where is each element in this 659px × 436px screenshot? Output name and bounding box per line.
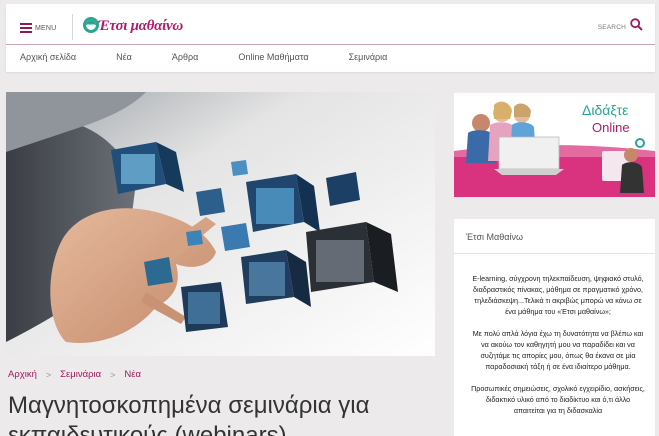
nav-item-online-lessons[interactable]: Online Μαθήματα <box>238 52 308 62</box>
widget-title: Έτσι Μαθαίνω <box>466 232 523 242</box>
nav-item-seminars[interactable]: Σεμινάρια <box>349 52 388 62</box>
logo-icon <box>82 15 104 37</box>
teach-online-banner[interactable]: Διδάξτε Online <box>454 93 655 197</box>
search-button[interactable]: SEARCH <box>598 18 643 36</box>
hero-image <box>6 92 435 356</box>
search-icon <box>630 18 643 36</box>
site-header: MENU Έτσι μαθαίνω SEARCH Αρχική σελίδα Ν… <box>6 4 655 72</box>
menu-icon <box>20 23 32 33</box>
breadcrumb-news[interactable]: Νέα <box>124 369 141 380</box>
widget-rule <box>454 253 655 254</box>
post-title-line2: εκπαιδευτικούς (webinars) <box>8 422 287 436</box>
menu-button[interactable]: MENU <box>20 18 56 38</box>
nav-item-articles[interactable]: Άρθρα <box>172 52 198 62</box>
breadcrumb-seminars[interactable]: Σεμινάρια <box>60 369 101 380</box>
widget-paragraph: Με πολύ απλά λόγια έχω τη δυνατότητα να … <box>472 329 644 371</box>
menu-label: MENU <box>35 24 57 32</box>
widget-paragraph: E-learning, σύγχρονη τηλεκπαίδευση, ψηφι… <box>472 274 644 316</box>
hero-illustration <box>6 92 435 356</box>
post-title-line1: Μαγνητοσκοπημένα σεμινάρια για <box>8 392 370 419</box>
breadcrumb: Αρχική > Σεμινάρια > Νέα <box>8 369 141 380</box>
post-title: Μαγνητοσκοπημένα σεμινάρια για εκπαιδευτ… <box>8 391 438 436</box>
header-divider <box>72 14 73 40</box>
breadcrumb-home[interactable]: Αρχική <box>8 369 37 380</box>
widget-body: E-learning, σύγχρονη τηλεκπαίδευση, ψηφι… <box>470 273 646 427</box>
search-label: SEARCH <box>597 23 626 31</box>
banner-title: Διδάξτε <box>582 102 629 118</box>
logo-text: Έτσι μαθαίνω <box>98 17 183 34</box>
site-logo[interactable]: Έτσι μαθαίνω <box>82 12 183 40</box>
nav-item-news[interactable]: Νέα <box>116 52 132 62</box>
banner-subtitle: Online <box>592 120 630 135</box>
nav-item-home[interactable]: Αρχική σελίδα <box>20 52 76 62</box>
breadcrumb-separator: > <box>110 369 116 380</box>
breadcrumb-separator: > <box>45 369 52 380</box>
main-nav: Αρχική σελίδα Νέα Άρθρα Online Μαθήματα … <box>20 52 427 62</box>
about-widget: Έτσι Μαθαίνω E-learning, σύγχρονη τηλεκπ… <box>454 219 655 436</box>
widget-paragraph: Προσωπικές σημειώσεις, σχολικό εγχειρίδι… <box>471 384 645 415</box>
header-rule <box>6 44 655 45</box>
